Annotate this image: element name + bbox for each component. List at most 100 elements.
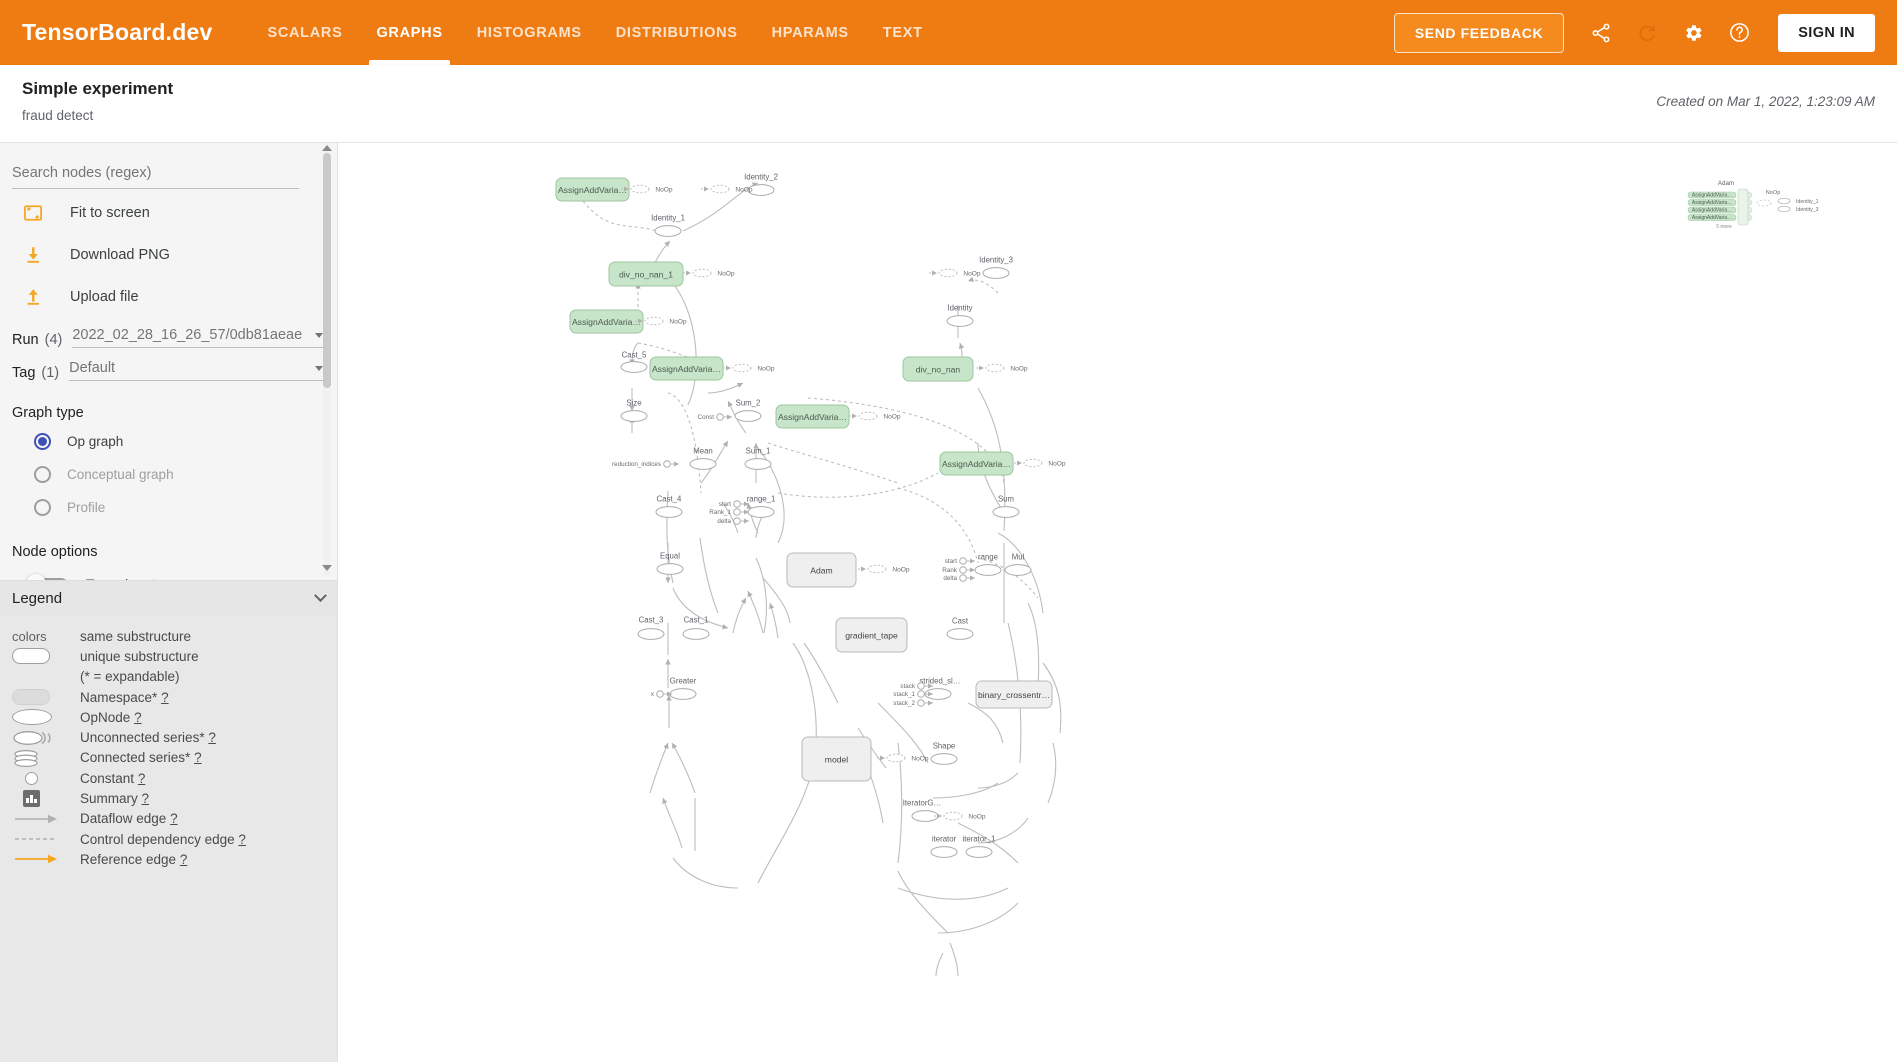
refresh-icon[interactable] (1626, 12, 1668, 54)
graph-node-op[interactable]: Shape (930, 742, 958, 765)
download-png-button[interactable]: Download PNG (12, 237, 325, 273)
graph-node-op[interactable]: Cast_5 (620, 351, 648, 373)
scroll-up-arrow-icon[interactable] (322, 145, 332, 151)
help-link[interactable]: ? (138, 771, 146, 786)
legend-header[interactable]: Legend (0, 580, 337, 616)
graph-node-op[interactable]: Sum_1 (744, 447, 772, 470)
auxiliary-node-cluster[interactable]: AdamAssignAddVaria…AssignAddVaria…Assign… (1678, 175, 1878, 265)
help-link[interactable]: ? (208, 730, 216, 745)
graph-node-op[interactable]: strided_sl… (919, 677, 961, 700)
graph-node-noop[interactable]: NoOp (877, 753, 929, 762)
aux-op-node[interactable] (1777, 205, 1791, 213)
graph-node-op[interactable]: Cast_4 (655, 495, 683, 518)
help-link[interactable]: ? (170, 811, 178, 826)
graph-node-noop[interactable]: NoOp (976, 363, 1028, 372)
graph-node-constant[interactable]: start (719, 500, 749, 509)
chevron-down-icon (314, 589, 327, 603)
tab-scalars[interactable]: SCALARS (250, 0, 359, 65)
rounded-rect-white-icon (12, 648, 50, 665)
graph-node-namespace[interactable]: AssignAddVaria… (775, 404, 850, 429)
share-icon[interactable] (1580, 12, 1622, 54)
graph-node-noop[interactable]: NoOp (849, 411, 901, 420)
graph-node-namespace[interactable]: gradient_tape (835, 617, 908, 653)
send-feedback-button[interactable]: SEND FEEDBACK (1393, 12, 1565, 53)
help-link[interactable]: ? (238, 832, 246, 847)
graph-node-namespace[interactable]: AssignAddVaria… (649, 356, 724, 381)
graph-node-constant[interactable]: Rank_1 (709, 508, 749, 517)
graph-canvas[interactable]: AssignAddVaria… div_no_nan_1 AssignAddVari… (338, 143, 1897, 1062)
graph-node-constant[interactable]: reduction_indices (612, 460, 679, 469)
help-link[interactable]: ? (180, 852, 188, 867)
graph-node-constant[interactable]: Rank (942, 566, 975, 575)
sidebar-scrollbar-thumb[interactable] (323, 153, 331, 388)
tab-distributions[interactable]: DISTRIBUTIONS (599, 0, 755, 65)
tab-graphs[interactable]: GRAPHS (359, 0, 459, 65)
graph-node-op[interactable]: Equal (656, 552, 684, 575)
search-input[interactable] (12, 161, 299, 189)
graph-node-label: NoOp (1048, 460, 1066, 467)
graph-node-namespace[interactable]: div_no_nan_1 (608, 261, 684, 287)
radio-profile[interactable]: Profile (34, 494, 325, 520)
tab-text[interactable]: TEXT (866, 0, 940, 65)
graph-node-namespace[interactable]: div_no_nan (902, 356, 974, 382)
help-icon[interactable] (1718, 12, 1760, 54)
aux-noop-node[interactable] (1756, 199, 1772, 207)
graph-node-op[interactable]: Size (620, 399, 648, 422)
graph-node-constant[interactable]: delta (943, 574, 975, 583)
graph-node-op[interactable]: Identity (946, 304, 974, 327)
graph-node-op[interactable]: Cast (946, 617, 974, 640)
app-logo[interactable]: TensorBoard.dev (22, 19, 212, 46)
graph-node-op[interactable]: Sum (992, 495, 1020, 518)
graph-node-namespace[interactable]: AssignAddVaria… (569, 309, 644, 334)
graph-node-op[interactable]: Sum_2 (734, 399, 762, 422)
help-link[interactable]: ? (161, 690, 169, 705)
toggle-trace-inputs[interactable]: Trace inputs (26, 568, 325, 580)
graph-node-noop[interactable]: NoOp (723, 363, 775, 372)
graph-node-noop[interactable]: NoOp (929, 268, 981, 277)
graph-node-constant[interactable]: stack_2 (893, 699, 933, 708)
graph-node-op[interactable]: Cast_1 (682, 616, 710, 640)
graph-node-namespace[interactable]: model (801, 736, 872, 782)
graph-node-op[interactable]: range (974, 553, 1002, 576)
legend-title: Legend (12, 590, 63, 607)
graph-node-noop[interactable]: NoOp (934, 811, 986, 820)
graph-node-constant[interactable]: start (945, 557, 975, 566)
run-selector[interactable]: 2022_02_28_16_26_57/0db81aeae (72, 327, 325, 348)
radio-conceptual-graph[interactable]: Conceptual graph (34, 461, 325, 487)
graph-node-op[interactable]: iterator_1 (963, 835, 996, 858)
graph-node-noop[interactable]: NoOp (858, 564, 910, 573)
graph-node-op[interactable]: range_1 (747, 495, 776, 518)
graph-node-op[interactable]: Cast_3 (637, 616, 665, 640)
tab-hparams[interactable]: HPARAMS (755, 0, 866, 65)
graph-node-namespace[interactable]: Adam (786, 552, 857, 588)
tag-selector[interactable]: Default (69, 360, 325, 381)
gear-icon[interactable] (1672, 12, 1714, 54)
graph-node-op[interactable]: IteratorG… (903, 799, 942, 822)
graph-node-noop[interactable]: NoOp (701, 184, 753, 193)
aux-series-stack[interactable] (1737, 188, 1749, 226)
graph-node-op[interactable]: Identity_3 (979, 256, 1013, 279)
sign-in-button[interactable]: SIGN IN (1778, 13, 1875, 52)
graph-node-constant[interactable]: Const (698, 413, 732, 422)
graph-node-op[interactable]: Mean (689, 447, 717, 470)
radio-op-graph[interactable]: Op graph (34, 428, 325, 454)
graph-node-namespace[interactable]: AssignAddVaria… (939, 451, 1014, 476)
tab-histograms[interactable]: HISTOGRAMS (460, 0, 599, 65)
upload-file-button[interactable]: Upload file (12, 279, 325, 315)
legend-key (12, 730, 70, 746)
sidebar-scroll-area: Fit to screen Download PNG (0, 143, 337, 580)
radio-indicator (34, 432, 51, 450)
help-link[interactable]: ? (134, 710, 142, 725)
graph-node-namespace[interactable]: binary_crossentr… (975, 680, 1053, 709)
graph-node-op[interactable]: Greater (669, 677, 697, 700)
graph-node-noop[interactable]: NoOp (1014, 458, 1066, 467)
scroll-down-arrow-icon[interactable] (322, 565, 332, 571)
fit-to-screen-button[interactable]: Fit to screen (12, 195, 325, 231)
help-link[interactable]: ? (194, 750, 202, 765)
graph-node-op[interactable]: Identity_1 (651, 214, 685, 237)
graph-node-namespace[interactable]: AssignAddVaria… (555, 177, 630, 202)
aux-op-node[interactable] (1777, 197, 1791, 205)
graph-node-noop[interactable]: NoOp (683, 268, 735, 277)
help-link[interactable]: ? (142, 791, 150, 806)
graph-node-op[interactable]: iterator (930, 835, 958, 858)
